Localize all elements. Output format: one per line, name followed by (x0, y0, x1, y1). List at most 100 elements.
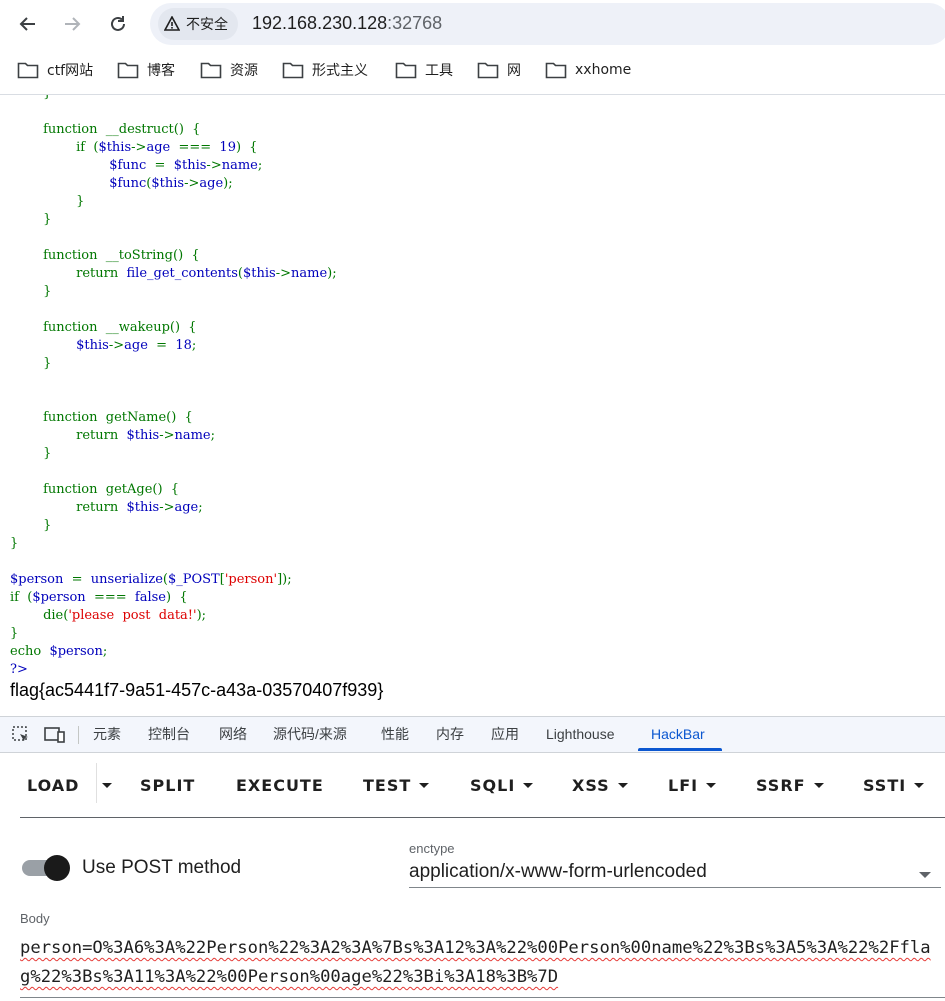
hackbar-button-label: LFI (668, 775, 699, 795)
hackbar-button[interactable]: SSTI (863, 773, 925, 797)
code-token: -> (206, 158, 222, 173)
code-token: return (76, 500, 127, 515)
code-line: } (10, 193, 337, 211)
body-underline (20, 997, 945, 998)
hackbar-button[interactable]: EXECUTE (236, 773, 324, 797)
code-token: $this (126, 428, 160, 443)
code-token: === (170, 140, 220, 155)
code-line: return $this->age; (10, 499, 337, 517)
hackbar-button-label: SSTI (863, 775, 907, 795)
devtools-tabbar: 元素 控制台 网络 源代码/来源 性能 内存 应用 Lighthouse HackBar (0, 717, 945, 753)
code-token: function __wakeup() { (43, 320, 197, 335)
code-token: } (43, 284, 52, 299)
devtools-tab[interactable]: 网络 (219, 717, 247, 752)
code-token: ) { (166, 590, 188, 605)
security-indicator[interactable]: 不安全 (158, 8, 238, 40)
devtools-tab[interactable]: Lighthouse (546, 717, 615, 752)
code-token: 19 (219, 140, 236, 155)
inspect-element-icon[interactable] (9, 723, 33, 747)
code-token: return (76, 428, 127, 443)
code-line: die('please post data!'); (10, 607, 337, 625)
code-token: -> (108, 338, 125, 353)
bookmark-label: ctf网站 (47, 63, 94, 79)
bookmarks-bar: ctf网站 博客 资源 形式主义 工具 网 xxhome (0, 48, 945, 95)
code-token: if ( (10, 590, 33, 605)
devtools-tab[interactable]: 性能 (381, 717, 409, 752)
caret-down-icon (523, 782, 534, 788)
load-dropdown-button[interactable] (102, 773, 112, 797)
code-line: function getAge() { (10, 481, 337, 499)
code-line: function getName() { (10, 409, 337, 427)
hackbar-button[interactable]: SPLIT (140, 773, 195, 797)
caret-down-icon (419, 782, 430, 788)
caret-down-icon (813, 782, 824, 788)
code-token: ); (327, 266, 337, 281)
code-token: } (10, 626, 19, 641)
hackbar-button[interactable]: LOAD (27, 773, 79, 797)
hackbar-button[interactable]: SSRF (756, 773, 824, 797)
code-line: } (10, 535, 337, 553)
page-content: } function __destruct() { if ($this->age… (0, 95, 945, 715)
bookmark-item[interactable]: 形式主义 (282, 58, 368, 82)
code-token: age (146, 140, 171, 155)
code-token: name (221, 158, 258, 173)
warning-icon (164, 16, 180, 31)
code-line: return $this->name; (10, 427, 337, 445)
reload-button[interactable] (100, 6, 136, 42)
url-text[interactable]: 192.168.230.128:32768 (252, 13, 442, 34)
devtools-tab[interactable]: 元素 (93, 717, 121, 752)
code-token: ?> (10, 662, 28, 677)
devtools-panel: 元素 控制台 网络 源代码/来源 性能 内存 应用 Lighthouse HackBar LOA… (0, 716, 945, 1001)
chevron-down-icon (919, 872, 931, 878)
code-token: $person (49, 644, 103, 659)
caret-down-icon (706, 782, 717, 788)
bookmark-item[interactable]: 博客 (117, 58, 175, 82)
hackbar-toolbar: LOAD SPLIT EXECUTE TEST SQLI XSS LFI SSRF SSTI (0, 753, 945, 815)
bookmark-item[interactable]: 工具 (395, 58, 453, 82)
hackbar-button[interactable]: XSS (572, 773, 628, 797)
code-line: } (10, 283, 337, 301)
devtools-tab[interactable]: 源代码/来源 (273, 717, 347, 752)
code-line: } (10, 517, 337, 535)
code-token: function getName() { (43, 410, 193, 425)
code-token: name (291, 266, 328, 281)
hackbar-button[interactable]: LFI (668, 773, 717, 797)
hackbar-button-label: EXECUTE (236, 775, 324, 795)
back-button[interactable] (10, 6, 46, 42)
code-token: $this (126, 500, 160, 515)
code-token: $this (173, 158, 207, 173)
toggle-knob (44, 855, 70, 881)
body-textarea[interactable]: person=O%3A6%3A%22Person%22%3A2%3A%7Bs%3… (20, 934, 940, 994)
bookmark-item[interactable]: 网 (477, 58, 521, 82)
code-token: $this (243, 266, 276, 281)
hackbar-divider (20, 817, 945, 818)
folder-icon (117, 62, 139, 79)
post-method-toggle[interactable] (22, 855, 72, 881)
enctype-select[interactable]: application/x-www-form-urlencoded (409, 861, 941, 888)
device-toolbar-icon[interactable] (43, 723, 67, 747)
devtools-tab[interactable]: 应用 (491, 717, 519, 752)
hackbar-button[interactable]: SQLI (470, 773, 534, 797)
code-token: unserialize (90, 572, 163, 587)
address-bar[interactable]: 不安全 192.168.230.128:32768 (150, 3, 945, 45)
hackbar-button-label: SPLIT (140, 775, 196, 795)
code-line: if ($this->age === 19) { (10, 139, 337, 157)
bookmark-label: 形式主义 (312, 63, 368, 79)
devtools-tab[interactable]: HackBar (651, 717, 705, 752)
code-token: function __toString() { (43, 248, 200, 263)
bookmark-item[interactable]: xxhome (545, 58, 631, 82)
bookmark-item[interactable]: ctf网站 (17, 58, 93, 82)
devtools-tab[interactable]: 控制台 (148, 717, 190, 752)
forward-button[interactable] (54, 6, 90, 42)
code-token: -> (131, 140, 147, 155)
devtools-tab[interactable]: 内存 (436, 717, 464, 752)
hackbar-button-label: XSS (572, 775, 610, 795)
hackbar-button[interactable]: TEST (363, 773, 430, 797)
bookmark-label: 资源 (230, 63, 258, 79)
security-label: 不安全 (186, 17, 228, 33)
code-token: age (174, 500, 199, 515)
bookmark-item[interactable]: 资源 (200, 58, 258, 82)
